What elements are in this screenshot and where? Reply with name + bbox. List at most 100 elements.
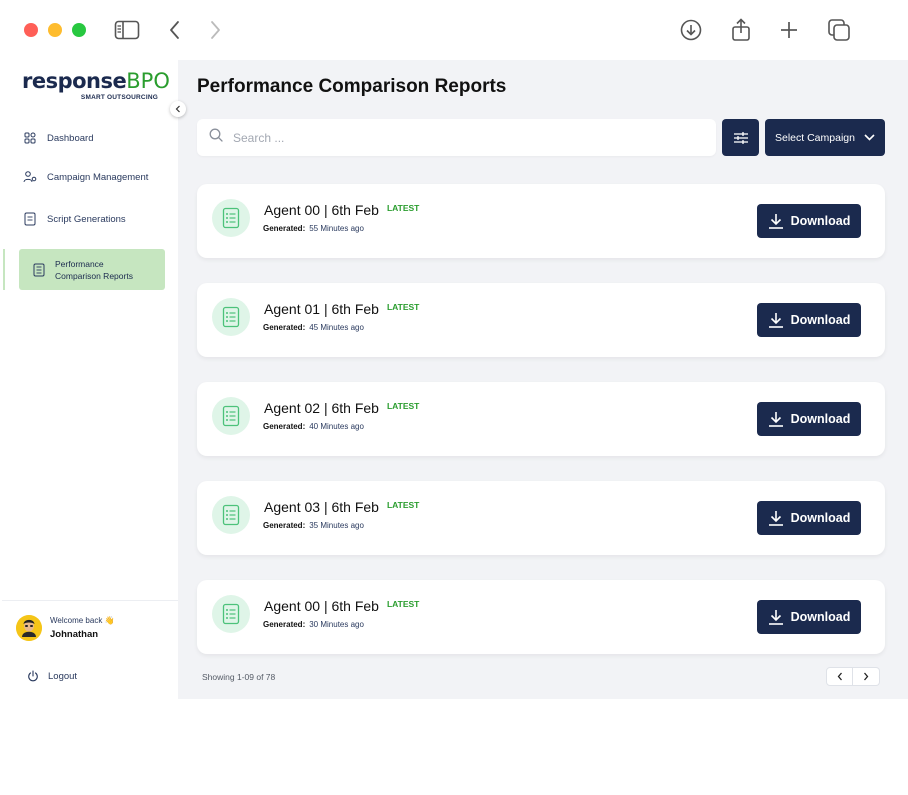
- sidebar-item-dashboard[interactable]: Dashboard: [22, 130, 172, 146]
- download-button[interactable]: Download: [757, 402, 861, 436]
- pagination-controls: [826, 667, 880, 686]
- sliders-icon: [733, 131, 748, 144]
- filter-button[interactable]: [722, 119, 759, 156]
- document-icon: [212, 595, 250, 633]
- report-title: Agent 02 | 6th Feb: [264, 400, 379, 416]
- report-title: Agent 00 | 6th Feb: [264, 598, 379, 614]
- logout-label: Logout: [48, 670, 78, 682]
- zoom-window-button[interactable]: [72, 23, 86, 37]
- download-icon: [768, 313, 783, 328]
- generated-label: Generated:: [263, 620, 306, 629]
- share-icon[interactable]: [727, 16, 755, 44]
- search-bar: [197, 119, 716, 156]
- brand-accent: BPO: [126, 69, 170, 93]
- page-title: Performance Comparison Reports: [197, 76, 507, 97]
- avatar: [16, 615, 42, 641]
- generated-time: 55 Minutes ago: [309, 224, 364, 233]
- brand-tagline: SMART OUTSOURCING: [80, 94, 158, 101]
- close-window-button[interactable]: [24, 23, 38, 37]
- minimize-window-button[interactable]: [48, 23, 62, 37]
- sidebar-item-label: Dashboard: [47, 132, 94, 144]
- download-icon: [768, 412, 783, 427]
- download-button[interactable]: Download: [757, 303, 861, 337]
- generated-label: Generated:: [263, 323, 306, 332]
- search-input[interactable]: [233, 130, 693, 145]
- sidebar-item-label: Campaign Management: [47, 171, 149, 183]
- generated-time: 30 Minutes ago: [309, 620, 364, 629]
- generated-label: Generated:: [263, 224, 306, 233]
- tabs-overview-icon[interactable]: [825, 16, 853, 44]
- browser-toolbar: [0, 0, 908, 60]
- generated-time: 45 Minutes ago: [309, 323, 364, 332]
- download-button[interactable]: Download: [757, 600, 861, 634]
- sidebar-item-label: Performance Comparison Reports: [55, 258, 133, 281]
- power-icon: [26, 669, 40, 683]
- app-window: responseBPO SMART OUTSOURCING Dashboard …: [0, 60, 908, 699]
- latest-badge: LATEST: [386, 302, 420, 312]
- generated-label: Generated:: [263, 521, 306, 530]
- select-campaign-dropdown[interactable]: Select Campaign: [765, 119, 885, 156]
- generated-label: Generated:: [263, 422, 306, 431]
- download-button[interactable]: Download: [757, 204, 861, 238]
- pagination-summary: Showing 1-09 of 78: [202, 672, 276, 682]
- report-title: Agent 03 | 6th Feb: [264, 499, 379, 515]
- previous-page-button[interactable]: [826, 667, 853, 686]
- sidebar-divider: [2, 600, 178, 601]
- chevron-left-icon: [175, 105, 180, 113]
- select-campaign-label: Select Campaign: [775, 131, 855, 144]
- search-icon: [209, 128, 223, 147]
- report-card: Agent 03 | 6th Feb LATEST Generated: 35 Mi…: [197, 481, 885, 555]
- generated-time: 35 Minutes ago: [309, 521, 364, 530]
- download-icon: [768, 610, 783, 625]
- brand-name: response: [22, 69, 127, 93]
- report-card: Agent 00 | 6th Feb LATEST Generated: 55 Mi…: [197, 184, 885, 258]
- collapse-sidebar-button[interactable]: [170, 101, 186, 117]
- latest-badge: LATEST: [386, 203, 420, 213]
- new-tab-icon[interactable]: [775, 16, 803, 44]
- latest-badge: LATEST: [386, 500, 420, 510]
- sidebar-item-script-generations[interactable]: Script Generations: [22, 211, 172, 227]
- sidebar-toggle-icon[interactable]: [113, 16, 141, 44]
- download-icon: [768, 214, 783, 229]
- next-page-button[interactable]: [853, 667, 880, 686]
- document-icon: [212, 298, 250, 336]
- welcome-text: Welcome back 👋: [50, 616, 115, 625]
- sidebar-item-performance-comparison-reports[interactable]: Performance Comparison Reports: [19, 249, 165, 290]
- dashboard-icon: [22, 130, 38, 146]
- brand-logo: responseBPO SMART OUTSOURCING: [22, 69, 170, 110]
- sidebar: responseBPO SMART OUTSOURCING Dashboard …: [0, 60, 178, 699]
- campaign-icon: [22, 169, 38, 185]
- download-label: Download: [790, 214, 851, 228]
- forward-icon[interactable]: [201, 16, 229, 44]
- generated-time: 40 Minutes ago: [309, 422, 364, 431]
- sidebar-item-label: Script Generations: [47, 213, 126, 225]
- downloads-icon[interactable]: [677, 16, 705, 44]
- sidebar-item-campaign-management[interactable]: Campaign Management: [22, 169, 172, 185]
- latest-badge: LATEST: [386, 599, 420, 609]
- download-label: Download: [790, 610, 851, 624]
- active-indicator: [3, 249, 5, 290]
- chevron-down-icon: [864, 134, 875, 141]
- download-icon: [768, 511, 783, 526]
- report-card: Agent 02 | 6th Feb LATEST Generated: 40 Mi…: [197, 382, 885, 456]
- download-label: Download: [790, 511, 851, 525]
- report-title: Agent 01 | 6th Feb: [264, 301, 379, 317]
- report-card: Agent 00 | 6th Feb LATEST Generated: 30 Mi…: [197, 580, 885, 654]
- document-icon: [212, 199, 250, 237]
- download-button[interactable]: Download: [757, 501, 861, 535]
- report-title: Agent 00 | 6th Feb: [264, 202, 379, 218]
- back-icon[interactable]: [161, 16, 189, 44]
- chevron-left-icon: [837, 672, 842, 681]
- report-card: Agent 01 | 6th Feb LATEST Generated: 45 Mi…: [197, 283, 885, 357]
- user-name: Johnathan: [50, 629, 99, 640]
- document-icon: [212, 397, 250, 435]
- user-profile[interactable]: Welcome back 👋 Johnathan: [16, 615, 115, 641]
- chevron-right-icon: [864, 672, 869, 681]
- report-icon: [33, 263, 45, 277]
- download-label: Download: [790, 313, 851, 327]
- logout-button[interactable]: Logout: [26, 669, 77, 683]
- download-label: Download: [790, 412, 851, 426]
- latest-badge: LATEST: [386, 401, 420, 411]
- script-icon: [22, 211, 38, 227]
- document-icon: [212, 496, 250, 534]
